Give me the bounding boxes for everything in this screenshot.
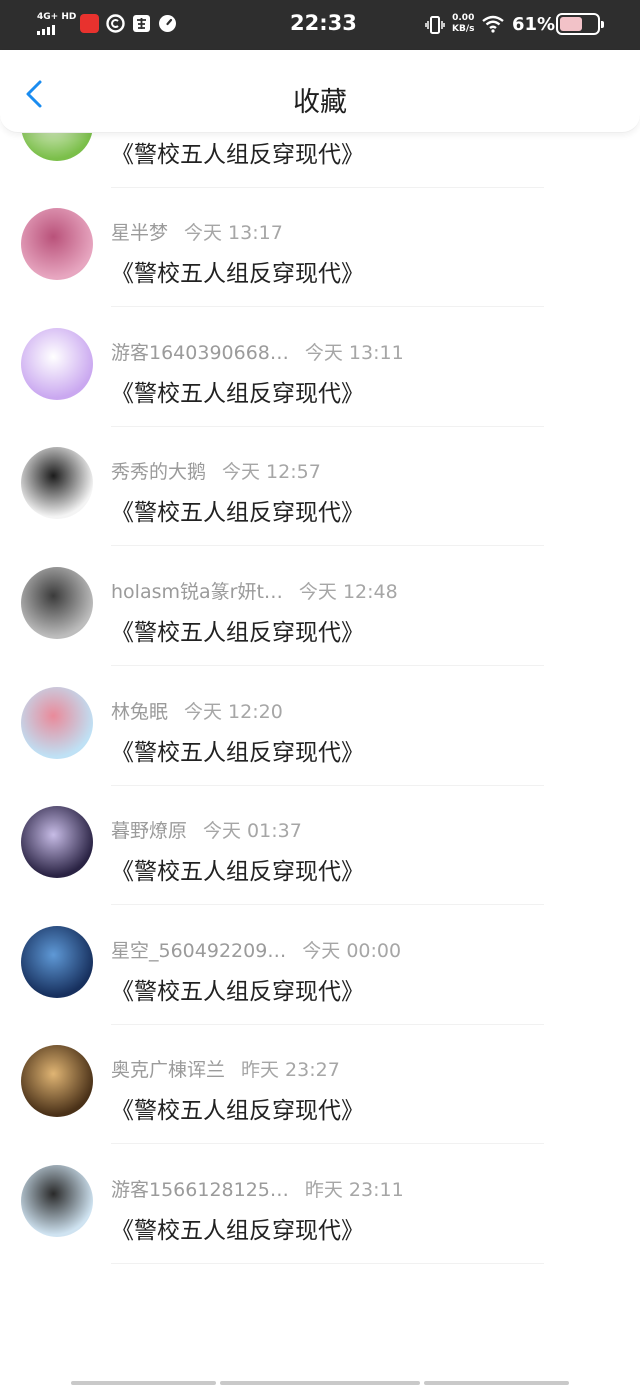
list-item[interactable]: 星空_560492209… 今天 00:00 《警校五人组反穿现代》 <box>0 905 640 1025</box>
user-name: 暮野燎原 <box>111 820 188 842</box>
book-title[interactable]: 《警校五人组反穿现代》 <box>111 613 364 647</box>
user-name: 奥克广棟诨兰 <box>111 1059 226 1081</box>
taobao-icon <box>133 15 150 32</box>
home-indicator <box>71 1381 216 1385</box>
battery-icon <box>556 13 604 35</box>
user-name: 游客1566128125… <box>111 1179 289 1201</box>
list-item[interactable]: 游客1566128125… 昨天 23:11 《警校五人组反穿现代》 <box>0 1144 640 1264</box>
avatar[interactable] <box>21 926 93 998</box>
list-item[interactable]: 暮野燎原 今天 01:37 《警校五人组反穿现代》 <box>0 785 640 905</box>
list-item[interactable]: 林兔眠 今天 12:20 《警校五人组反穿现代》 <box>0 666 640 786</box>
book-title[interactable]: 《警校五人组反穿现代》 <box>111 972 364 1006</box>
battery-percent: 61% <box>512 14 556 35</box>
item-meta: 星半梦 今天 13:17 <box>111 218 283 246</box>
wifi-icon <box>482 15 504 33</box>
list-item[interactable]: 游客1640390668… 今天 13:11 《警校五人组反穿现代》 <box>0 307 640 427</box>
list-item[interactable]: 星半梦 今天 13:17 《警校五人组反穿现代》 <box>0 187 640 307</box>
vibrate-icon <box>425 16 445 34</box>
page-title: 收藏 <box>293 87 347 118</box>
user-name: 秀秀的大鹅 <box>111 461 207 483</box>
avatar[interactable] <box>21 567 93 639</box>
app-red-icon <box>80 14 99 33</box>
book-title[interactable]: 《警校五人组反穿现代》 <box>111 254 364 288</box>
status-bar: 4G+ HD 22:33 0.00 KB/s 61% <box>0 0 640 50</box>
item-meta: holasm锐a篆r妍t… 今天 12:48 <box>111 577 398 605</box>
network-speed: 0.00 KB/s <box>452 13 475 34</box>
user-name: holasm锐a篆r妍t… <box>111 581 283 603</box>
user-name: 游客1640390668… <box>111 342 289 364</box>
avatar[interactable] <box>21 687 93 759</box>
timestamp: 昨天 23:27 <box>241 1059 340 1081</box>
timestamp: 今天 01:37 <box>203 820 302 842</box>
signal-icon: 4G+ HD <box>37 13 76 35</box>
divider <box>111 1263 544 1264</box>
item-meta: 奥克广棟诨兰 昨天 23:27 <box>111 1055 340 1083</box>
book-title[interactable]: 《警校五人组反穿现代》 <box>111 374 364 408</box>
home-indicator <box>220 1381 420 1385</box>
network-type: 4G+ HD <box>37 12 77 22</box>
book-title[interactable]: 《警校五人组反穿现代》 <box>111 1211 364 1245</box>
list-item[interactable]: 奥克广棟诨兰 昨天 23:27 《警校五人组反穿现代》 <box>0 1024 640 1144</box>
timestamp: 今天 12:48 <box>298 581 398 603</box>
avatar[interactable] <box>21 208 93 280</box>
book-title[interactable]: 《警校五人组反穿现代》 <box>111 135 364 169</box>
user-name: 星空_560492209… <box>111 940 287 962</box>
item-meta: 林兔眠 今天 12:20 <box>111 697 283 725</box>
book-title[interactable]: 《警校五人组反穿现代》 <box>111 852 364 886</box>
avatar[interactable] <box>21 328 93 400</box>
clock: 22:33 <box>290 11 357 35</box>
item-meta: 秀秀的大鹅 今天 12:57 <box>111 457 321 485</box>
timestamp: 今天 00:00 <box>302 940 402 962</box>
nav-bar: 收藏 <box>0 50 640 133</box>
item-meta: 游客1566128125… 昨天 23:11 <box>111 1175 404 1203</box>
user-name: 星半梦 <box>111 222 169 244</box>
user-name: 林兔眠 <box>111 701 169 723</box>
app-c-icon <box>106 14 125 33</box>
book-title[interactable]: 《警校五人组反穿现代》 <box>111 733 364 767</box>
list-item[interactable]: 秀秀的大鹅 今天 12:57 《警校五人组反穿现代》 <box>0 426 640 546</box>
timestamp: 今天 13:17 <box>184 222 283 244</box>
avatar[interactable] <box>21 1045 93 1117</box>
list-item[interactable]: holasm锐a篆r妍t… 今天 12:48 《警校五人组反穿现代》 <box>0 546 640 666</box>
favorites-list[interactable]: 《警校五人组反穿现代》秋水伊人_93636…今天 13:18《警校五人组反穿现代… <box>0 50 640 1387</box>
home-indicator <box>424 1381 569 1385</box>
avatar[interactable] <box>21 806 93 878</box>
timestamp: 今天 13:11 <box>304 342 404 364</box>
item-meta: 星空_560492209… 今天 00:00 <box>111 936 401 964</box>
item-meta: 游客1640390668… 今天 13:11 <box>111 338 404 366</box>
app-gauge-icon <box>159 15 176 32</box>
timestamp: 今天 12:20 <box>184 701 283 723</box>
avatar[interactable] <box>21 447 93 519</box>
avatar[interactable] <box>21 1165 93 1237</box>
item-meta: 暮野燎原 今天 01:37 <box>111 816 302 844</box>
timestamp: 今天 12:57 <box>222 461 321 483</box>
book-title[interactable]: 《警校五人组反穿现代》 <box>111 1091 364 1125</box>
timestamp: 昨天 23:11 <box>304 1179 404 1201</box>
book-title[interactable]: 《警校五人组反穿现代》 <box>111 493 364 527</box>
